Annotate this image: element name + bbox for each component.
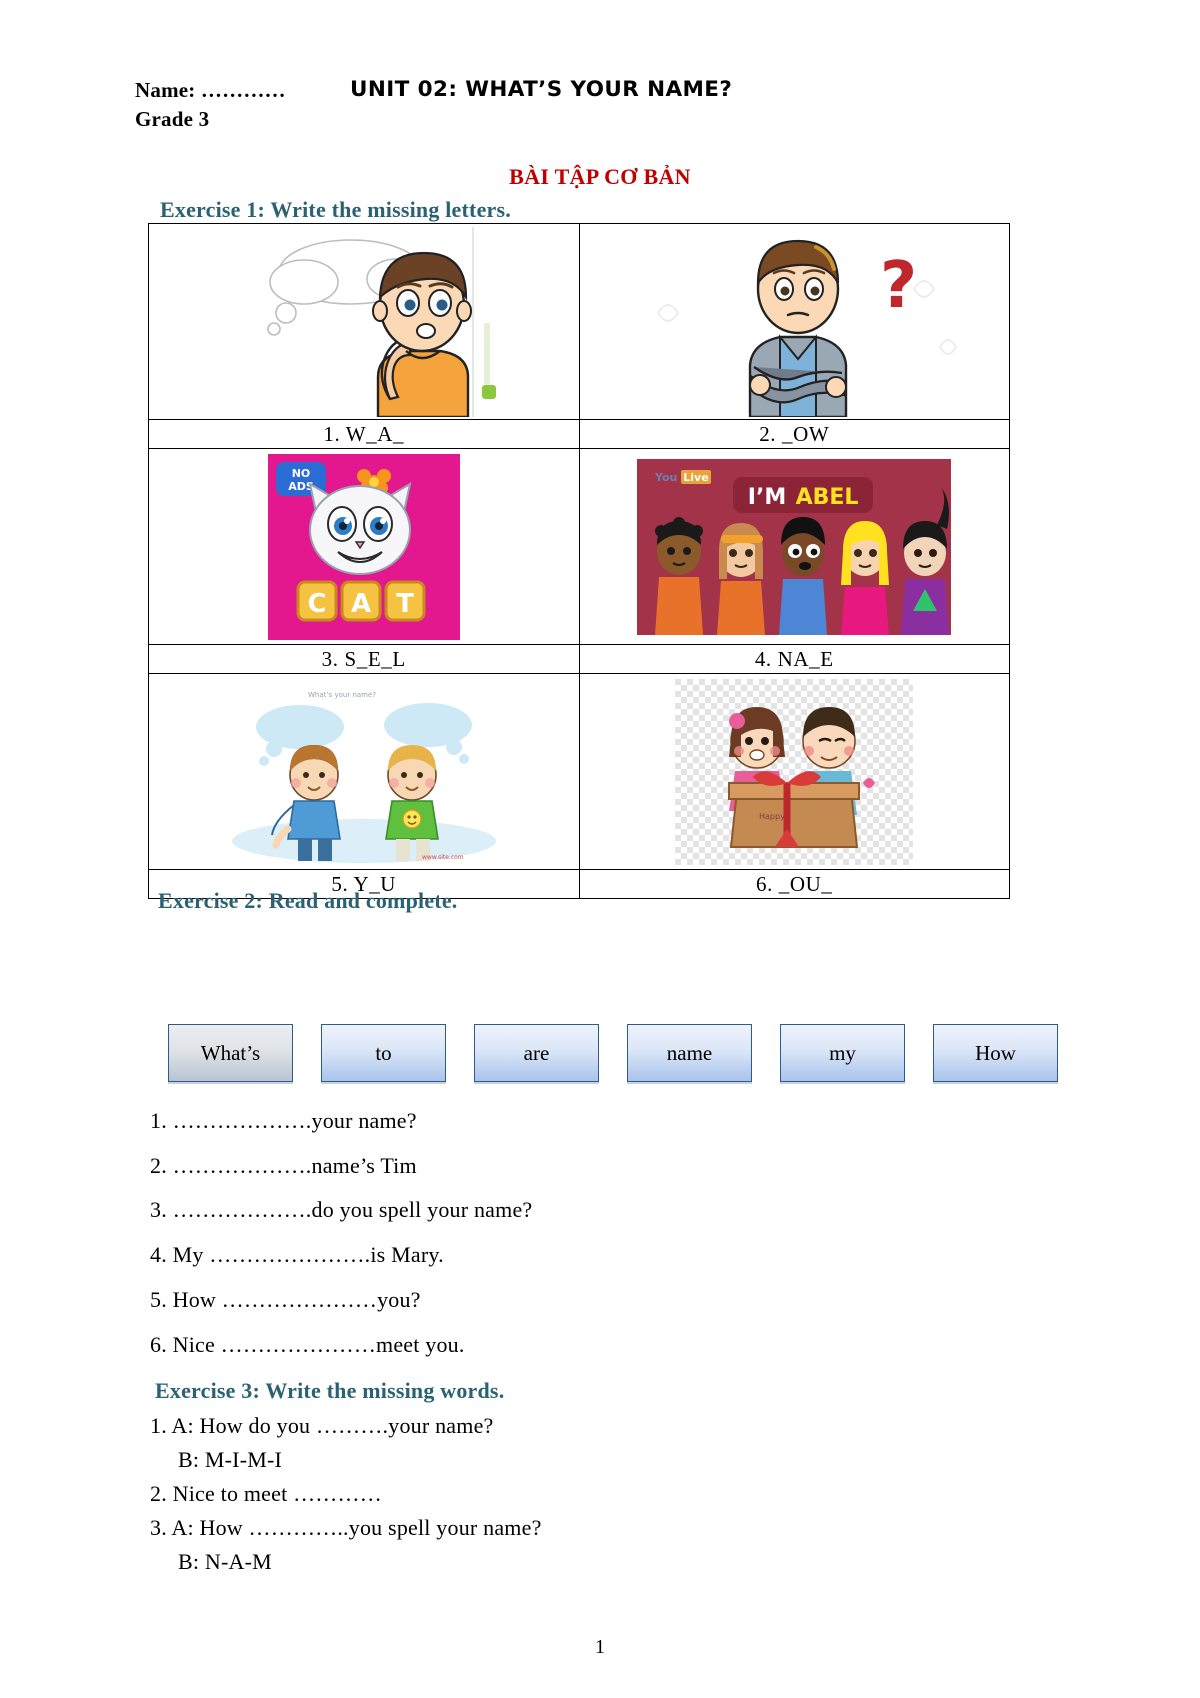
word-bank-item-are[interactable]: are <box>474 1024 599 1082</box>
page-title: UNIT 02: WHAT’S YOUR NAME? <box>350 77 733 102</box>
word-bank: What’s to are name my How <box>168 1024 1058 1082</box>
svg-text:Happy: Happy <box>759 812 785 821</box>
table-row-captions-1: 1. W_A_ 2. _OW <box>148 419 1010 449</box>
im-abel-kids-group-icon: You Live I’M ABEL <box>580 450 1009 644</box>
exercise-2-sentence-6: 6. Nice …………………meet you. <box>150 1332 465 1357</box>
caption-4: 4. NA_E <box>578 644 1010 674</box>
exercise-3-heading: Exercise 3: Write the missing words. <box>155 1378 505 1403</box>
svg-text:NO: NO <box>291 467 310 480</box>
picture-cell-6: Happy <box>578 673 1010 870</box>
svg-text:ABEL: ABEL <box>796 485 859 510</box>
table-row-pictures-1: ? <box>148 223 1010 420</box>
word-bank-item-how[interactable]: How <box>933 1024 1058 1082</box>
svg-text:Live: Live <box>684 471 709 484</box>
exercise-2-sentence-1: 1. ……………….your name? <box>150 1108 417 1133</box>
exercise-3-line-1: 1. A: How do you ……….your name? <box>150 1413 494 1438</box>
caption-1: 1. W_A_ <box>148 419 580 449</box>
exercise-2-sentence-2: 2. ……………….name’s Tim <box>150 1153 417 1178</box>
boy-with-question-mark-icon: ? <box>580 225 1009 419</box>
svg-text:T: T <box>396 589 414 619</box>
svg-text:I’M: I’M <box>748 485 786 510</box>
section-title: BÀI TẬP CƠ BẢN <box>509 164 691 189</box>
two-kids-with-gift-box-icon: Happy <box>580 675 1009 869</box>
page-number: 1 <box>595 1636 605 1658</box>
student-info-block: Name: ………… Grade 3 <box>135 76 350 134</box>
table-row-pictures-3: What’s your name? www.site.com Happy <box>148 673 1010 870</box>
exercise-3-line-3: 2. Nice to meet ………… <box>150 1481 382 1506</box>
word-bank-item-to[interactable]: to <box>321 1024 446 1082</box>
svg-text:A: A <box>351 589 371 619</box>
exercise-1-heading: Exercise 1: Write the missing letters. <box>160 197 511 222</box>
caption-3: 3. S_E_L <box>148 644 580 674</box>
svg-text:?: ? <box>880 249 917 323</box>
svg-text:You: You <box>654 471 677 484</box>
boy-thinking-thought-bubble-icon <box>149 225 578 419</box>
table-row-captions-2: 3. S_E_L 4. NA_E <box>148 644 1010 674</box>
exercise-2-sentence-5: 5. How …………………you? <box>150 1287 421 1312</box>
header: Name: ………… Grade 3 UNIT 02: WHAT’S YOUR … <box>135 76 1035 134</box>
exercise-2-sentence-3: 3. ……………….do you spell your name? <box>150 1197 533 1222</box>
grade-label: Grade 3 <box>135 107 210 131</box>
picture-cell-5: What’s your name? www.site.com <box>148 673 580 870</box>
exercise-2-heading: Exercise 2: Read and complete. <box>158 888 458 913</box>
svg-text:What’s your name?: What’s your name? <box>308 691 376 699</box>
svg-text:www.site.com: www.site.com <box>422 854 464 861</box>
caption-2: 2. _OW <box>578 419 1010 449</box>
picture-cell-2: ? <box>578 223 1010 420</box>
exercise-3-line-4: 3. A: How …………..you spell your name? <box>150 1515 542 1540</box>
two-boys-talking-thought-bubbles-icon: What’s your name? www.site.com <box>149 675 578 869</box>
picture-cell-1 <box>148 223 580 420</box>
picture-cell-4: You Live I’M ABEL <box>578 448 1010 645</box>
exercise-3-line-5: B: N-A-M <box>178 1549 272 1574</box>
table-row-pictures-2: NO ADS C A T You Live I’M ABEL <box>148 448 1010 645</box>
exercise-1-picture-table: ? 1. W_A_ 2. _OW NO ADS C A T You Live I… <box>148 223 1010 899</box>
cat-blocks-no-ads-icon: NO ADS C A T <box>149 450 578 644</box>
word-bank-item-whats[interactable]: What’s <box>168 1024 293 1082</box>
worksheet-page: Name: ………… Grade 3 UNIT 02: WHAT’S YOUR … <box>0 0 1200 1698</box>
caption-6: 6. _OU_ <box>578 869 1010 899</box>
exercise-2-sentence-4: 4. My ………………….is Mary. <box>150 1242 444 1267</box>
word-bank-item-my[interactable]: my <box>780 1024 905 1082</box>
exercise-3-line-2: B: M-I-M-I <box>178 1447 283 1472</box>
picture-cell-3: NO ADS C A T <box>148 448 580 645</box>
name-field-label: Name: ………… <box>135 78 286 102</box>
svg-text:C: C <box>307 589 326 619</box>
word-bank-item-name[interactable]: name <box>627 1024 752 1082</box>
